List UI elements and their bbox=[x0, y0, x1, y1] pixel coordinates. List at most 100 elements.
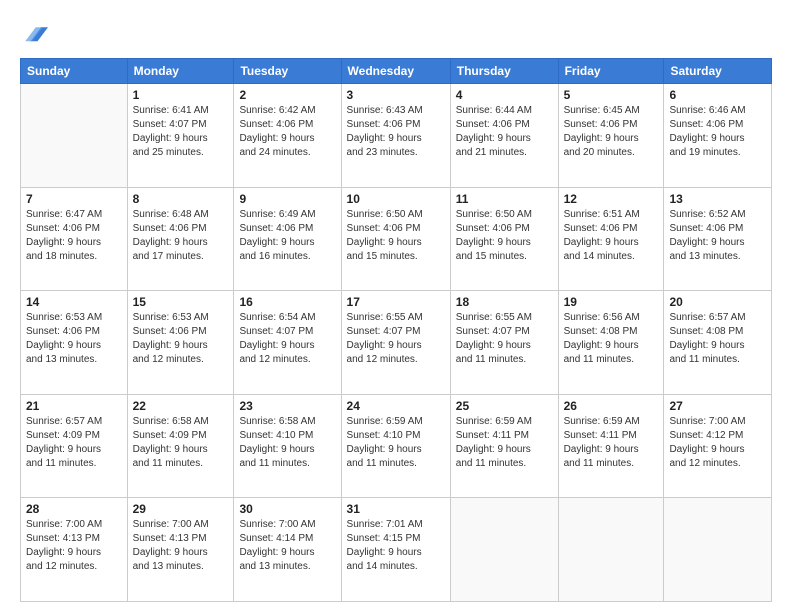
calendar-cell: 16Sunrise: 6:54 AMSunset: 4:07 PMDayligh… bbox=[234, 291, 341, 395]
day-info: Sunrise: 6:44 AMSunset: 4:06 PMDaylight:… bbox=[456, 104, 553, 160]
day-number: 3 bbox=[347, 88, 445, 102]
day-number: 9 bbox=[239, 192, 335, 206]
calendar-cell bbox=[21, 84, 128, 188]
calendar-cell: 10Sunrise: 6:50 AMSunset: 4:06 PMDayligh… bbox=[341, 187, 450, 291]
weekday-header-thursday: Thursday bbox=[450, 59, 558, 84]
day-info: Sunrise: 6:59 AMSunset: 4:11 PMDaylight:… bbox=[564, 415, 659, 471]
calendar-week-row: 1 Sunrise: 6:41 AMSunset: 4:07 PMDaylight… bbox=[21, 84, 772, 188]
calendar-cell: 21 Sunrise: 6:57 AMSunset: 4:09 PMDayligh… bbox=[21, 394, 128, 498]
weekday-header-monday: Monday bbox=[127, 59, 234, 84]
day-info: Sunrise: 6:54 AMSunset: 4:07 PMDaylight:… bbox=[239, 311, 335, 367]
calendar-cell: 29 Sunrise: 7:00 AMSunset: 4:13 PMDayligh… bbox=[127, 498, 234, 602]
calendar-cell bbox=[664, 498, 772, 602]
day-info: Sunrise: 6:48 AMSunset: 4:06 PMDaylight:… bbox=[133, 208, 229, 264]
day-info: Sunrise: 6:57 AMSunset: 4:08 PMDaylight:… bbox=[669, 311, 766, 367]
day-info: Sunrise: 6:55 AMSunset: 4:07 PMDaylight:… bbox=[347, 311, 445, 367]
calendar-cell: 5Sunrise: 6:45 AMSunset: 4:06 PMDaylight… bbox=[558, 84, 664, 188]
day-number: 21 bbox=[26, 399, 122, 413]
day-info: Sunrise: 6:50 AMSunset: 4:06 PMDaylight:… bbox=[456, 208, 553, 264]
calendar-cell: 17 Sunrise: 6:55 AMSunset: 4:07 PMDayligh… bbox=[341, 291, 450, 395]
day-number: 11 bbox=[456, 192, 553, 206]
day-number: 24 bbox=[347, 399, 445, 413]
calendar-cell: 22 Sunrise: 6:58 AMSunset: 4:09 PMDayligh… bbox=[127, 394, 234, 498]
calendar-cell: 19 Sunrise: 6:56 AMSunset: 4:08 PMDayligh… bbox=[558, 291, 664, 395]
calendar-cell: 11 Sunrise: 6:50 AMSunset: 4:06 PMDayligh… bbox=[450, 187, 558, 291]
day-info: Sunrise: 6:45 AMSunset: 4:06 PMDaylight:… bbox=[564, 104, 659, 160]
day-number: 28 bbox=[26, 502, 122, 516]
day-info: Sunrise: 6:56 AMSunset: 4:08 PMDaylight:… bbox=[564, 311, 659, 367]
day-number: 25 bbox=[456, 399, 553, 413]
calendar-week-row: 21 Sunrise: 6:57 AMSunset: 4:09 PMDayligh… bbox=[21, 394, 772, 498]
day-info: Sunrise: 6:53 AMSunset: 4:06 PMDaylight:… bbox=[26, 311, 122, 367]
day-number: 15 bbox=[133, 295, 229, 309]
day-number: 6 bbox=[669, 88, 766, 102]
calendar-table: SundayMondayTuesdayWednesdayThursdayFrid… bbox=[20, 58, 772, 602]
calendar-week-row: 7 Sunrise: 6:47 AMSunset: 4:06 PMDaylight… bbox=[21, 187, 772, 291]
day-info: Sunrise: 7:00 AMSunset: 4:14 PMDaylight:… bbox=[239, 518, 335, 574]
day-info: Sunrise: 6:59 AMSunset: 4:10 PMDaylight:… bbox=[347, 415, 445, 471]
calendar-cell: 26Sunrise: 6:59 AMSunset: 4:11 PMDayligh… bbox=[558, 394, 664, 498]
day-info: Sunrise: 6:42 AMSunset: 4:06 PMDaylight:… bbox=[239, 104, 335, 160]
calendar-cell: 12 Sunrise: 6:51 AMSunset: 4:06 PMDayligh… bbox=[558, 187, 664, 291]
day-info: Sunrise: 6:43 AMSunset: 4:06 PMDaylight:… bbox=[347, 104, 445, 160]
day-number: 7 bbox=[26, 192, 122, 206]
day-info: Sunrise: 6:57 AMSunset: 4:09 PMDaylight:… bbox=[26, 415, 122, 471]
calendar-cell: 13Sunrise: 6:52 AMSunset: 4:06 PMDayligh… bbox=[664, 187, 772, 291]
day-number: 1 bbox=[133, 88, 229, 102]
calendar-week-row: 14 Sunrise: 6:53 AMSunset: 4:06 PMDayligh… bbox=[21, 291, 772, 395]
day-info: Sunrise: 6:41 AMSunset: 4:07 PMDaylight:… bbox=[133, 104, 229, 160]
calendar-cell: 8 Sunrise: 6:48 AMSunset: 4:06 PMDaylight… bbox=[127, 187, 234, 291]
calendar-cell: 18 Sunrise: 6:55 AMSunset: 4:07 PMDayligh… bbox=[450, 291, 558, 395]
logo-icon bbox=[20, 22, 48, 50]
day-number: 23 bbox=[239, 399, 335, 413]
day-number: 13 bbox=[669, 192, 766, 206]
day-info: Sunrise: 6:51 AMSunset: 4:06 PMDaylight:… bbox=[564, 208, 659, 264]
day-info: Sunrise: 6:46 AMSunset: 4:06 PMDaylight:… bbox=[669, 104, 766, 160]
day-number: 12 bbox=[564, 192, 659, 206]
weekday-header-friday: Friday bbox=[558, 59, 664, 84]
day-info: Sunrise: 6:58 AMSunset: 4:09 PMDaylight:… bbox=[133, 415, 229, 471]
calendar-cell: 24 Sunrise: 6:59 AMSunset: 4:10 PMDayligh… bbox=[341, 394, 450, 498]
day-info: Sunrise: 6:58 AMSunset: 4:10 PMDaylight:… bbox=[239, 415, 335, 471]
calendar-cell bbox=[450, 498, 558, 602]
weekday-header-sunday: Sunday bbox=[21, 59, 128, 84]
day-number: 22 bbox=[133, 399, 229, 413]
day-info: Sunrise: 7:01 AMSunset: 4:15 PMDaylight:… bbox=[347, 518, 445, 574]
weekday-header-wednesday: Wednesday bbox=[341, 59, 450, 84]
day-number: 19 bbox=[564, 295, 659, 309]
day-number: 29 bbox=[133, 502, 229, 516]
calendar-cell bbox=[558, 498, 664, 602]
calendar-cell: 27 Sunrise: 7:00 AMSunset: 4:12 PMDayligh… bbox=[664, 394, 772, 498]
day-number: 20 bbox=[669, 295, 766, 309]
calendar-cell: 2Sunrise: 6:42 AMSunset: 4:06 PMDaylight… bbox=[234, 84, 341, 188]
day-info: Sunrise: 7:00 AMSunset: 4:12 PMDaylight:… bbox=[669, 415, 766, 471]
day-info: Sunrise: 6:49 AMSunset: 4:06 PMDaylight:… bbox=[239, 208, 335, 264]
day-info: Sunrise: 6:59 AMSunset: 4:11 PMDaylight:… bbox=[456, 415, 553, 471]
day-number: 30 bbox=[239, 502, 335, 516]
calendar-cell: 31 Sunrise: 7:01 AMSunset: 4:15 PMDayligh… bbox=[341, 498, 450, 602]
weekday-header-saturday: Saturday bbox=[664, 59, 772, 84]
calendar-cell: 28 Sunrise: 7:00 AMSunset: 4:13 PMDayligh… bbox=[21, 498, 128, 602]
calendar-week-row: 28 Sunrise: 7:00 AMSunset: 4:13 PMDayligh… bbox=[21, 498, 772, 602]
logo bbox=[20, 22, 52, 50]
day-number: 27 bbox=[669, 399, 766, 413]
calendar-page: SundayMondayTuesdayWednesdayThursdayFrid… bbox=[0, 0, 792, 612]
day-info: Sunrise: 6:55 AMSunset: 4:07 PMDaylight:… bbox=[456, 311, 553, 367]
calendar-cell: 25 Sunrise: 6:59 AMSunset: 4:11 PMDayligh… bbox=[450, 394, 558, 498]
calendar-cell: 23 Sunrise: 6:58 AMSunset: 4:10 PMDayligh… bbox=[234, 394, 341, 498]
calendar-cell: 14 Sunrise: 6:53 AMSunset: 4:06 PMDayligh… bbox=[21, 291, 128, 395]
day-number: 14 bbox=[26, 295, 122, 309]
day-info: Sunrise: 7:00 AMSunset: 4:13 PMDaylight:… bbox=[133, 518, 229, 574]
calendar-cell: 15Sunrise: 6:53 AMSunset: 4:06 PMDayligh… bbox=[127, 291, 234, 395]
day-number: 17 bbox=[347, 295, 445, 309]
calendar-cell: 7 Sunrise: 6:47 AMSunset: 4:06 PMDaylight… bbox=[21, 187, 128, 291]
day-number: 4 bbox=[456, 88, 553, 102]
weekday-header-row: SundayMondayTuesdayWednesdayThursdayFrid… bbox=[21, 59, 772, 84]
day-info: Sunrise: 7:00 AMSunset: 4:13 PMDaylight:… bbox=[26, 518, 122, 574]
day-number: 10 bbox=[347, 192, 445, 206]
header bbox=[20, 18, 772, 50]
day-number: 8 bbox=[133, 192, 229, 206]
day-info: Sunrise: 6:47 AMSunset: 4:06 PMDaylight:… bbox=[26, 208, 122, 264]
day-number: 31 bbox=[347, 502, 445, 516]
day-number: 18 bbox=[456, 295, 553, 309]
